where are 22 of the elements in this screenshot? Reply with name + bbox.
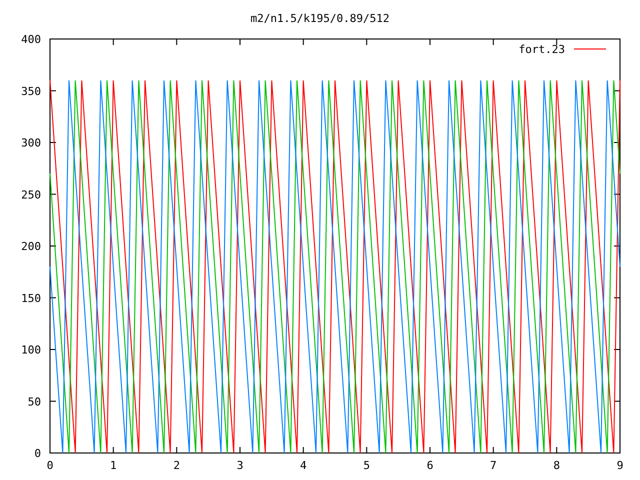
axis-tick-label: 5 <box>363 459 370 472</box>
axis-tick-label: 6 <box>426 459 434 472</box>
axis-tick-label: 250 <box>21 188 41 202</box>
axis-tick-label: 2 <box>173 459 180 472</box>
axis-tick-label: 100 <box>21 344 41 356</box>
axis-tick-label: 9 <box>616 459 624 472</box>
axis-tick-label: 50 <box>28 395 41 408</box>
axis-tick-label: 1 <box>110 459 117 472</box>
axis-tick-label: 4 <box>300 459 307 472</box>
axis-tick-label: 350 <box>21 84 41 98</box>
axis-tick-label: 3 <box>236 459 244 472</box>
axis-tick-label: 400 <box>21 33 41 46</box>
axis-tick-label: 8 <box>553 459 560 472</box>
legend-line <box>574 48 606 50</box>
axis-tick-label: 300 <box>21 136 41 150</box>
axis-tick-label: 0 <box>34 447 41 460</box>
chart-title: m2/n1.5/k195/0.89/512 <box>250 12 390 25</box>
axis-tick-label: 150 <box>21 292 41 305</box>
axis-tick-label: 200 <box>21 240 41 253</box>
legend-label: fort.23 <box>518 43 565 56</box>
axis-tick-label: 7 <box>490 459 497 472</box>
axis-tick-label: 0 <box>46 459 54 472</box>
